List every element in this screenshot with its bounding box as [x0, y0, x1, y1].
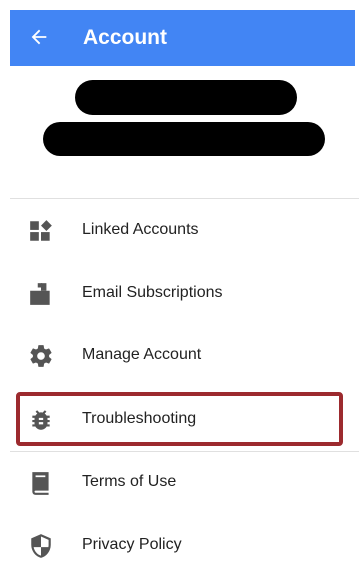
menu-item-terms-of-use[interactable]: Terms of Use	[10, 458, 350, 506]
menu-item-label: Manage Account	[82, 346, 202, 363]
page-title: Account	[83, 26, 167, 49]
divider	[10, 198, 359, 199]
book-icon	[32, 472, 49, 495]
profile-name-redaction	[75, 80, 297, 115]
menu-item-label: Privacy Policy	[82, 536, 182, 553]
arrow-left-icon[interactable]	[28, 26, 50, 48]
menu-item-email-subscriptions[interactable]: Email Subscriptions	[10, 269, 350, 317]
app-bar: Account	[10, 10, 355, 66]
profile-email-redaction	[43, 122, 325, 156]
menu-item-privacy-policy[interactable]: Privacy Policy	[10, 521, 350, 569]
widgets-icon	[30, 220, 52, 241]
divider	[10, 451, 359, 452]
gear-icon	[30, 345, 52, 367]
shield-icon	[31, 534, 51, 558]
menu-item-label: Linked Accounts	[82, 221, 199, 238]
menu-item-label: Terms of Use	[82, 473, 177, 490]
menu-item-manage-account[interactable]: Manage Account	[10, 331, 350, 379]
highlight-box	[16, 392, 343, 446]
mailbox-icon	[30, 283, 50, 305]
menu-item-label: Email Subscriptions	[82, 284, 223, 301]
menu-item-linked-accounts[interactable]: Linked Accounts	[10, 206, 350, 254]
